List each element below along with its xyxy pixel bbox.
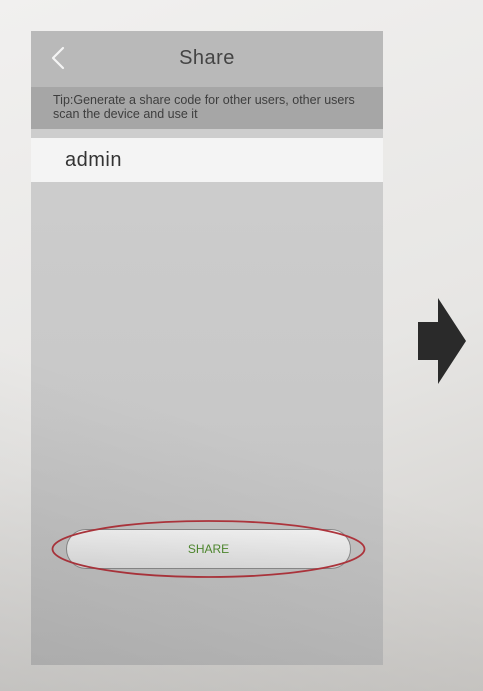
tip-text: Tip:Generate a share code for other user… bbox=[31, 87, 383, 129]
arrow-right-icon bbox=[418, 298, 466, 384]
page-title: Share bbox=[179, 47, 235, 69]
phone-screen: Share Tip:Generate a share code for othe… bbox=[31, 31, 383, 665]
share-button[interactable]: SHARE bbox=[66, 529, 351, 569]
user-name-field[interactable]: admin bbox=[31, 138, 383, 182]
navigation-bar: Share bbox=[31, 31, 383, 87]
share-code-area bbox=[31, 182, 383, 665]
